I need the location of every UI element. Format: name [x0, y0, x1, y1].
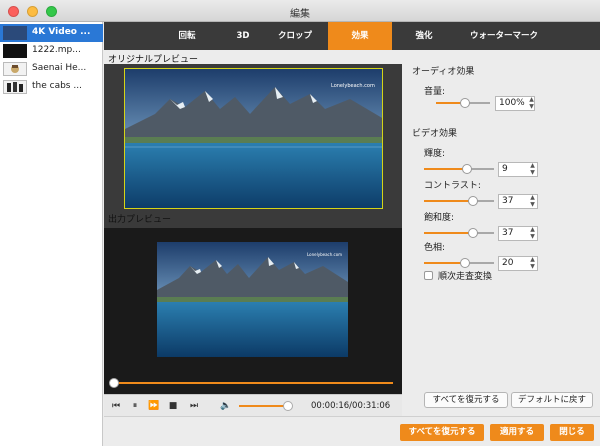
- audio-volume-handle[interactable]: [460, 98, 470, 108]
- saturation-slider[interactable]: [424, 228, 494, 238]
- file-thumbnail: [3, 44, 27, 58]
- seek-track[interactable]: [113, 382, 393, 384]
- contrast-label: コントラスト:: [424, 181, 481, 191]
- contrast-slider[interactable]: [424, 196, 494, 206]
- fast-forward-icon[interactable]: ⏩: [148, 400, 160, 412]
- tab-effects[interactable]: 効果: [328, 22, 392, 50]
- seek-bar[interactable]: [104, 372, 402, 394]
- restore-default-button[interactable]: デフォルトに戻す: [511, 392, 593, 408]
- brightness-slider[interactable]: [424, 164, 494, 174]
- file-name: the cabs ...: [32, 81, 82, 91]
- volume-label: 音量:: [424, 87, 446, 97]
- tab-watermark[interactable]: ウォーターマーク: [454, 22, 554, 50]
- video-effects-title: ビデオ効果: [412, 129, 458, 139]
- hue-handle[interactable]: [460, 258, 470, 268]
- file-item-the-cabs[interactable]: the cabs ...: [0, 78, 103, 96]
- tab-enhance[interactable]: 強化: [394, 22, 454, 50]
- brightness-handle[interactable]: [462, 164, 472, 174]
- file-thumbnail: [3, 62, 27, 76]
- effects-panel: オーディオ効果 音量: 100% ▲ ▼ ビデオ効果 輝度: 9 ▲ ▼ コントラス…: [402, 50, 600, 420]
- file-item-1222[interactable]: 1222.mp...: [0, 42, 103, 60]
- file-thumbnail: [3, 26, 27, 40]
- previous-frame-icon[interactable]: ⏮: [110, 400, 122, 412]
- hue-slider[interactable]: [424, 258, 494, 268]
- hue-label: 色相:: [424, 243, 446, 253]
- window-title: 編集: [290, 9, 310, 20]
- output-preview-image: Lonelybeach.com: [157, 242, 348, 357]
- watermark-text: Lonelybeach.com: [307, 252, 342, 257]
- file-name: 1222.mp...: [32, 45, 81, 55]
- brightness-label: 輝度:: [424, 149, 446, 159]
- contrast-handle[interactable]: [468, 196, 478, 206]
- apply-button[interactable]: 適用する: [490, 424, 544, 441]
- file-item-4k-video[interactable]: 4K Video ...: [0, 24, 103, 42]
- deinterlace-label: 順次走査変換: [438, 272, 493, 282]
- anime-thumbnail-icon: [11, 65, 19, 73]
- pause-icon[interactable]: ⏸: [129, 400, 141, 412]
- band-thumbnail-icon: [7, 82, 23, 92]
- volume-handle[interactable]: [283, 401, 293, 411]
- brightness-stepper[interactable]: ▲ ▼: [528, 162, 537, 177]
- file-name: Saenai He...: [32, 63, 87, 73]
- file-item-saenai[interactable]: Saenai He...: [0, 60, 103, 78]
- time-display: 00:00:16/00:31:06: [311, 401, 391, 411]
- tab-3d[interactable]: 3D: [222, 22, 264, 50]
- tab-rotate[interactable]: 回転: [152, 22, 222, 50]
- close-button[interactable]: 閉じる: [550, 424, 594, 441]
- original-preview-image[interactable]: Lonelybeach.com: [124, 68, 383, 209]
- file-thumbnail: [3, 80, 27, 94]
- next-frame-icon[interactable]: ⏭: [188, 400, 200, 412]
- dialog-footer: すべてを復元する 適用する 閉じる: [104, 416, 600, 446]
- file-name: 4K Video ...: [32, 27, 91, 37]
- volume-slider[interactable]: [239, 405, 289, 407]
- tab-crop[interactable]: クロップ: [264, 22, 326, 50]
- seek-handle[interactable]: [109, 378, 119, 388]
- hue-stepper[interactable]: ▲ ▼: [528, 256, 537, 271]
- stop-icon[interactable]: ■: [167, 400, 179, 412]
- output-preview-label: 出力プレビュー: [108, 215, 172, 225]
- audio-effects-title: オーディオ効果: [412, 67, 475, 77]
- audio-volume-slider[interactable]: [436, 98, 490, 108]
- restore-all-button[interactable]: すべてを復元する: [400, 424, 484, 441]
- file-list: 4K Video ... 1222.mp... Saenai He... the…: [0, 22, 103, 446]
- contrast-stepper[interactable]: ▲ ▼: [528, 194, 537, 209]
- edit-tab-bar: 回転 3D クロップ 効果 強化 ウォーターマーク: [104, 22, 600, 50]
- landscape-image: Lonelybeach.com: [125, 69, 382, 208]
- volume-stepper[interactable]: ▲ ▼: [527, 96, 536, 111]
- reset-all-effects-button[interactable]: すべてを復元する: [424, 392, 508, 408]
- deinterlace-checkbox[interactable]: [424, 271, 433, 280]
- landscape-image: Lonelybeach.com: [157, 242, 348, 357]
- output-preview: Lonelybeach.com: [104, 228, 402, 372]
- playback-controls: ⏮ ⏸ ⏩ ■ ⏭ 🔈 00:00:16/00:31:06: [104, 394, 402, 416]
- title-bar: 編集: [0, 0, 600, 22]
- saturation-label: 飽和度:: [424, 213, 455, 223]
- watermark-text: Lonelybeach.com: [331, 83, 375, 89]
- saturation-handle[interactable]: [468, 228, 478, 238]
- speaker-icon[interactable]: 🔈: [220, 400, 232, 412]
- preview-area: オリジナルプレビュー Lonelybeach.com 出力プレビュー Lonel…: [104, 50, 402, 396]
- saturation-stepper[interactable]: ▲ ▼: [528, 226, 537, 241]
